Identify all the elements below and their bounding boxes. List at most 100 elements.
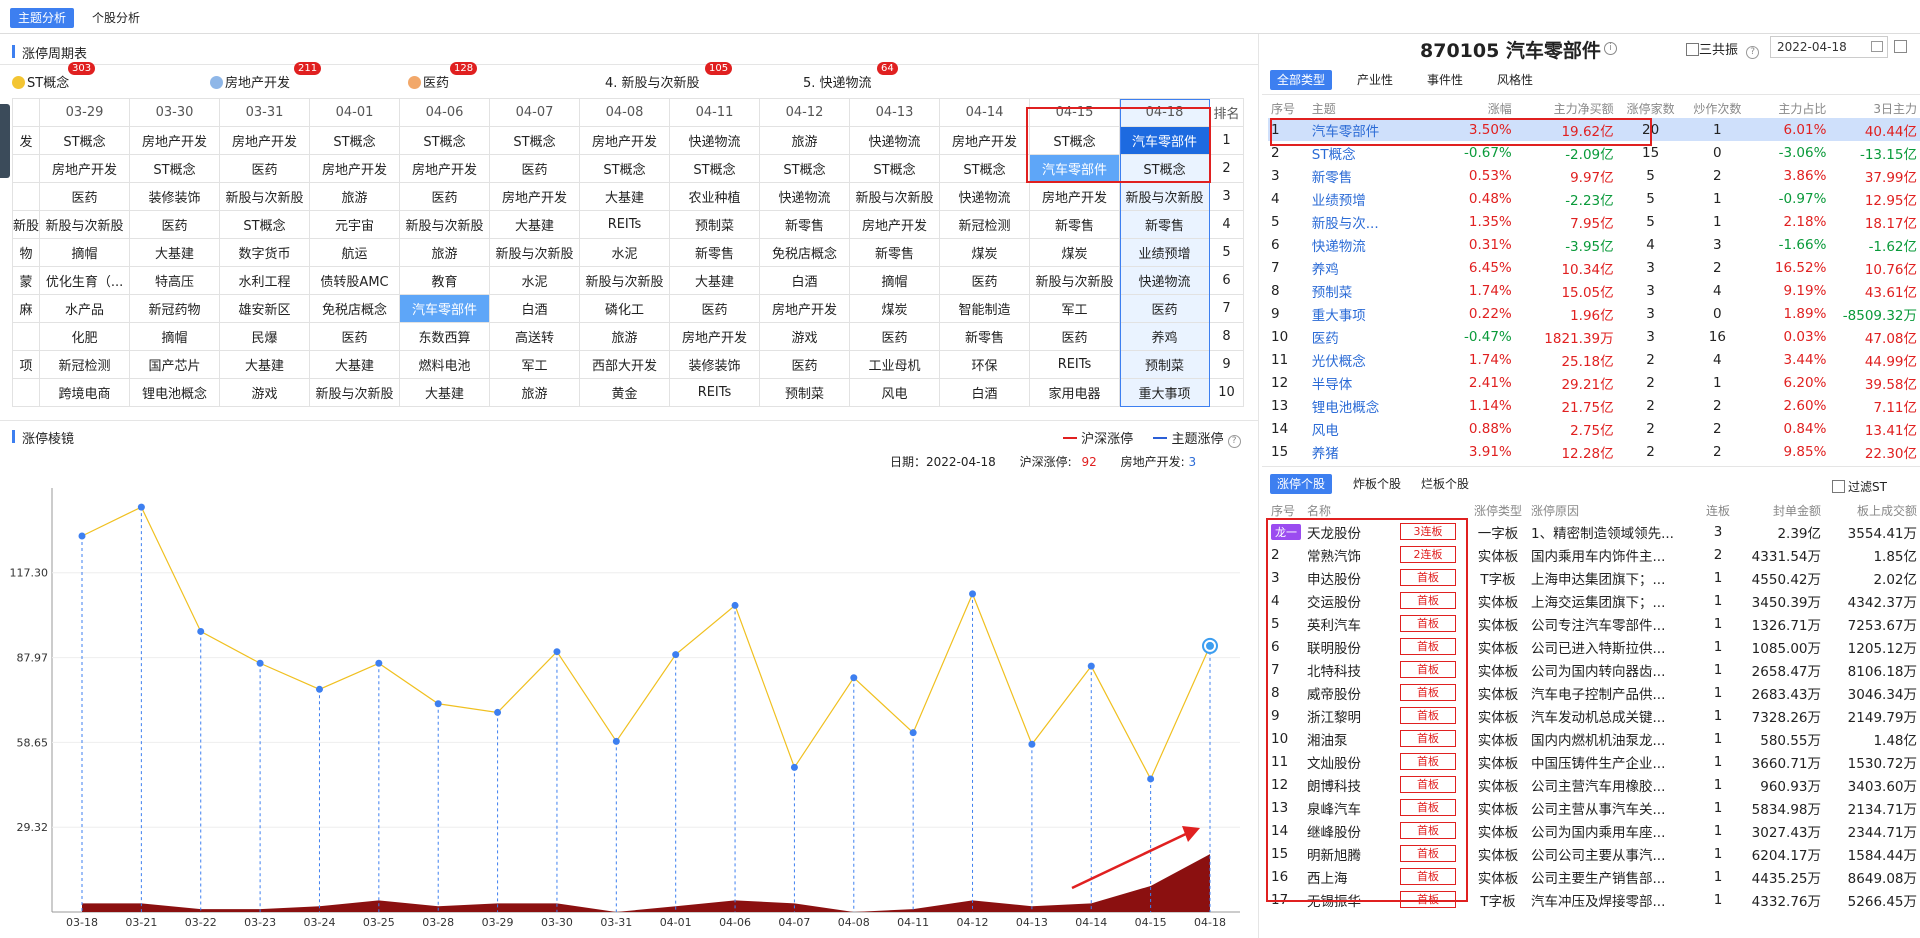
column-header[interactable] [1388, 500, 1468, 520]
grid-theme-cell[interactable]: 快递物流 [759, 182, 851, 211]
theme-name[interactable]: 医药 [1309, 325, 1434, 348]
grid-theme-cell[interactable]: 游戏 [759, 322, 851, 351]
grid-date-header[interactable]: 03-31 [219, 98, 311, 127]
grid-theme-cell[interactable]: 医药 [219, 154, 311, 183]
grid-theme-cell[interactable]: 新冠检测 [939, 210, 1031, 239]
theme-name[interactable]: 新股与次... [1309, 210, 1434, 233]
column-header[interactable]: 主题 [1309, 98, 1434, 118]
filter-st-checkbox[interactable]: 过滤ST [1832, 478, 1887, 495]
grid-theme-cell[interactable]: 免税店概念 [759, 238, 851, 267]
table-row[interactable]: 2 常熟汽饰 2连板 实体板 国内乘用车内饰件主... 2 4331.54万 1.85亿 [1268, 543, 1920, 566]
top-theme-5[interactable]: 5. 快递物流 64 [803, 62, 898, 91]
grid-theme-cell[interactable]: 房地产开发 [939, 126, 1031, 155]
table-row[interactable]: 16 西上海 首板 实体板 公司主要生产销售部... 1 4435.25万 8649.08万 [1268, 865, 1920, 888]
grid-theme-cell[interactable]: ST概念 [39, 126, 131, 155]
grid-theme-cell[interactable]: 游戏 [219, 378, 311, 407]
grid-theme-cell[interactable]: 环保 [939, 350, 1031, 379]
column-header[interactable]: 涨幅 [1433, 98, 1515, 118]
grid-date-header[interactable]: 04-15 [1029, 98, 1121, 127]
theme-name[interactable]: 汽车零部件 [1308, 118, 1434, 141]
grid-theme-cell[interactable]: ST概念 [939, 154, 1031, 183]
table-row[interactable]: 3 新零售 0.53% 9.97亿 5 2 3.86% 37.99亿 [1268, 164, 1920, 187]
stock-name[interactable]: 文灿股份 [1304, 750, 1388, 773]
table-row[interactable]: 6 快递物流 0.31% -3.95亿 4 3 -1.66% -1.62亿 [1268, 233, 1920, 256]
help-icon[interactable]: ? [1746, 46, 1760, 59]
grid-date-header[interactable]: 03-29 [39, 98, 131, 127]
tab-limit-up-stocks[interactable]: 涨停个股 [1270, 474, 1333, 494]
grid-theme-cell[interactable]: 教育 [399, 266, 491, 295]
grid-theme-cell[interactable]: 风电 [849, 378, 941, 407]
grid-theme-cell[interactable]: 军工 [1029, 294, 1121, 323]
table-row[interactable]: 8 威帝股份 首板 实体板 汽车电子控制产品供... 1 2683.43万 3046.34万 [1268, 681, 1920, 704]
table-row[interactable]: 9 浙江黎明 首板 实体板 汽车发动机总成关键... 1 7328.26万 2149.79万 [1268, 704, 1920, 727]
sanban-checkbox[interactable]: 三共振 ? [1686, 39, 1760, 59]
grid-theme-cell[interactable]: 养鸡 [1119, 322, 1211, 351]
grid-theme-cell[interactable]: REITs [1029, 350, 1121, 379]
data-point[interactable] [612, 737, 620, 745]
grid-theme-cell[interactable]: 医药 [309, 322, 401, 351]
info-icon[interactable]: i [1604, 42, 1617, 55]
grid-theme-cell[interactable]: 预制菜 [759, 378, 851, 407]
theme-name[interactable]: 养猪 [1309, 440, 1434, 463]
grid-theme-cell[interactable]: ST概念 [759, 154, 851, 183]
top-theme-2[interactable]: 房地产开发 211 [210, 62, 322, 91]
tab-stock-analysis[interactable]: 个股分析 [84, 8, 148, 28]
grid-date-header[interactable]: 04-11 [669, 98, 761, 127]
grid-theme-cell[interactable]: 医药 [489, 154, 581, 183]
grid-theme-cell[interactable]: 锂电池概念 [129, 378, 221, 407]
grid-theme-cell[interactable]: 煤炭 [849, 294, 941, 323]
grid-theme-cell[interactable]: 智能制造 [939, 294, 1031, 323]
grid-theme-cell[interactable]: 快递物流 [849, 126, 941, 155]
theme-name[interactable]: 半导体 [1309, 371, 1434, 394]
grid-theme-cell[interactable]: 新冠检测 [39, 350, 131, 379]
data-point[interactable] [1147, 775, 1155, 783]
grid-theme-cell[interactable]: 快递物流 [669, 126, 761, 155]
grid-theme-cell[interactable]: 新股与次新股 [219, 182, 311, 211]
table-row[interactable]: 12 半导体 2.41% 29.21亿 2 1 6.20% 39.58亿 [1268, 371, 1920, 394]
grid-theme-cell[interactable]: 房地产开发 [399, 154, 491, 183]
data-point[interactable] [790, 763, 798, 771]
grid-theme-cell[interactable]: 房地产开发 [219, 126, 311, 155]
theme-name[interactable]: 重大事项 [1309, 302, 1434, 325]
help-icon[interactable]: ? [1227, 435, 1241, 448]
grid-theme-cell[interactable]: 煤炭 [939, 238, 1031, 267]
grid-theme-cell[interactable]: 水产品 [39, 294, 131, 323]
grid-theme-cell[interactable]: 大基建 [129, 238, 221, 267]
grid-theme-cell[interactable]: 大基建 [489, 210, 581, 239]
grid-theme-cell[interactable]: 医药 [939, 266, 1031, 295]
theme-name[interactable]: 预制菜 [1309, 279, 1434, 302]
column-header[interactable]: 3日主力 [1829, 98, 1920, 118]
stock-name[interactable]: 湘油泵 [1304, 727, 1388, 750]
grid-theme-cell[interactable]: 新冠药物 [129, 294, 221, 323]
grid-theme-cell[interactable]: 汽车零部件 [1119, 126, 1211, 155]
grid-theme-cell[interactable]: 摘帽 [39, 238, 131, 267]
data-point[interactable] [315, 685, 323, 693]
data-point[interactable] [909, 729, 917, 737]
grid-theme-cell[interactable]: 快递物流 [939, 182, 1031, 211]
grid-theme-cell[interactable]: 工业母机 [849, 350, 941, 379]
grid-theme-cell[interactable]: 新零售 [939, 322, 1031, 351]
top-theme-3[interactable]: 医药 128 [408, 62, 478, 91]
grid-theme-cell[interactable]: 预制菜 [669, 210, 761, 239]
grid-theme-cell[interactable]: 优化生育（... [39, 266, 131, 295]
grid-theme-cell[interactable]: 装修装饰 [129, 182, 221, 211]
data-point[interactable] [256, 659, 264, 667]
table-row[interactable]: 9 重大事项 0.22% 1.96亿 3 0 1.89% -8509.32万 [1268, 302, 1920, 325]
grid-theme-cell[interactable]: 黄金 [579, 378, 671, 407]
theme-name[interactable]: 快递物流 [1309, 233, 1434, 256]
grid-theme-cell[interactable]: 快递物流 [1119, 266, 1211, 295]
grid-theme-cell[interactable]: 医药 [1029, 322, 1121, 351]
grid-theme-cell[interactable] [11, 182, 41, 211]
grid-theme-cell[interactable]: 数字货币 [219, 238, 311, 267]
table-row[interactable]: 14 风电 0.88% 2.75亿 2 2 0.84% 13.41亿 [1268, 417, 1920, 440]
grid-theme-cell[interactable]: 元宇宙 [309, 210, 401, 239]
column-header[interactable]: 封单金额 [1738, 500, 1824, 520]
table-row[interactable]: 5 新股与次... 1.35% 7.95亿 5 1 2.18% 18.17亿 [1268, 210, 1920, 233]
grid-theme-cell[interactable]: 西部大开发 [579, 350, 671, 379]
table-row[interactable]: 13 泉峰汽车 首板 实体板 公司主营从事汽车关... 1 5834.98万 2134.71万 [1268, 796, 1920, 819]
grid-theme-cell[interactable]: 航运 [309, 238, 401, 267]
theme-name[interactable]: 光伏概念 [1309, 348, 1434, 371]
tab-bad-board[interactable]: 烂板个股 [1414, 474, 1476, 494]
data-point[interactable] [672, 651, 680, 659]
grid-theme-cell[interactable]: 大基建 [219, 350, 311, 379]
